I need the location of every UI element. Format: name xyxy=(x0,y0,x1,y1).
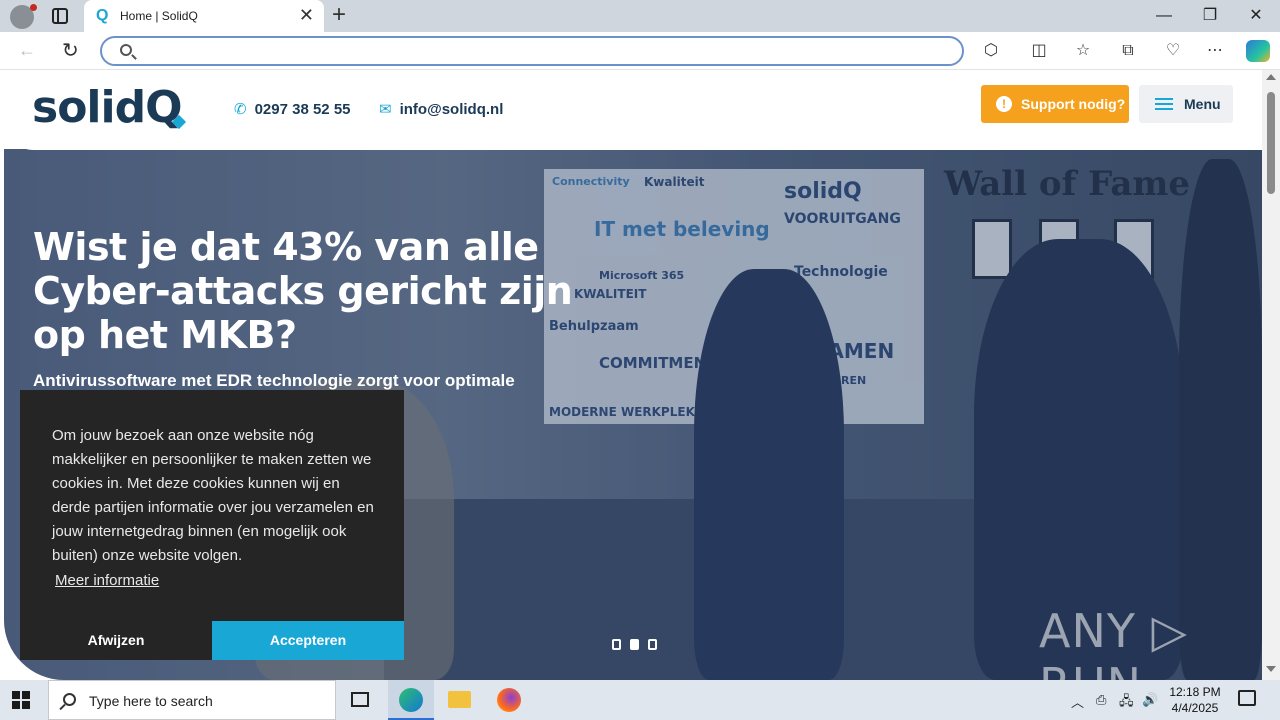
copilot-icon[interactable] xyxy=(1246,40,1270,62)
solidq-logo[interactable]: solidQ xyxy=(32,82,182,133)
scroll-thumb[interactable] xyxy=(1267,92,1275,194)
taskbar-search-box[interactable]: Type here to search xyxy=(48,680,336,720)
hero-title: Wist je dat 43% van alle Cyber-attacks g… xyxy=(33,225,573,357)
anyrun-watermark: ANY ▷ RUN xyxy=(1039,604,1188,680)
page-viewport: solidQ ✆ 0297 38 52 55 ✉ info@solidq.nl ! … xyxy=(0,70,1280,680)
slider-dot-3[interactable] xyxy=(648,639,657,650)
tab-title: Home | SolidQ xyxy=(120,9,198,23)
task-view-icon[interactable] xyxy=(337,680,383,720)
email-address: info@solidq.nl xyxy=(399,101,504,118)
phone-number: 0297 38 52 55 xyxy=(254,101,351,118)
phone-icon: ✆ xyxy=(234,101,247,118)
more-options-icon[interactable]: ⋯ xyxy=(1205,41,1225,61)
phone-link[interactable]: ✆ 0297 38 52 55 xyxy=(234,100,351,118)
back-arrow-icon[interactable]: ← xyxy=(18,40,36,61)
cookie-text: Om jouw bezoek aan onze website nóg makk… xyxy=(52,427,374,564)
taskbar-search-placeholder: Type here to search xyxy=(89,693,213,709)
cookie-banner: Om jouw bezoek aan onze website nóg makk… xyxy=(20,390,404,660)
windows-start-icon[interactable] xyxy=(12,691,30,709)
info-icon: ! xyxy=(996,96,1012,112)
page-scrollbar[interactable] xyxy=(1262,70,1280,680)
restore-icon[interactable]: ❐ xyxy=(1200,6,1220,26)
minimize-icon[interactable]: — xyxy=(1154,6,1174,26)
edge-browser-icon[interactable] xyxy=(388,680,434,720)
refresh-icon[interactable]: ↻ xyxy=(62,38,79,63)
collections-icon[interactable]: ⧉ xyxy=(1118,41,1138,61)
browser-tab-active[interactable]: Q Home | SolidQ ✕ xyxy=(84,0,324,32)
scroll-down-icon[interactable] xyxy=(1266,666,1276,672)
new-tab-button[interactable]: + xyxy=(332,3,346,27)
clock-date: 4/4/2025 xyxy=(1171,701,1219,715)
browser-toolbar: ← ↻ ⬡ ◫ ☆ ⧉ ♡ ⋯ xyxy=(0,32,1280,70)
split-screen-icon[interactable]: ◫ xyxy=(1029,41,1049,61)
slider-dots xyxy=(612,637,666,655)
address-bar[interactable] xyxy=(100,36,964,66)
file-explorer-icon[interactable] xyxy=(436,680,482,720)
volume-icon[interactable]: 🔊 xyxy=(1142,692,1158,708)
clock-time: 12:18 PM xyxy=(1169,685,1221,699)
tray-chevron-icon[interactable]: ︿ xyxy=(1071,692,1084,711)
email-link[interactable]: ✉ info@solidq.nl xyxy=(379,100,503,118)
hero-subtitle: Antivirussoftware met EDR technologie zo… xyxy=(33,371,515,390)
menu-button[interactable]: Menu xyxy=(1139,85,1233,123)
notification-icon[interactable] xyxy=(1238,690,1256,706)
site-header: solidQ ✆ 0297 38 52 55 ✉ info@solidq.nl ! … xyxy=(4,70,1262,150)
search-icon xyxy=(120,44,132,56)
envelope-icon: ✉ xyxy=(379,101,392,118)
slider-dot-1[interactable] xyxy=(612,639,621,650)
reject-cookies-button[interactable]: Afwijzen xyxy=(20,621,212,660)
browser-essentials-icon[interactable]: ♡ xyxy=(1163,41,1183,61)
network-icon[interactable]: 🖧 xyxy=(1119,692,1134,714)
hamburger-icon xyxy=(1155,98,1173,100)
menu-label: Menu xyxy=(1184,96,1221,112)
more-info-link[interactable]: Meer informatie xyxy=(55,572,159,589)
solidq-favicon-icon: Q xyxy=(96,7,109,24)
accept-cookies-button[interactable]: Accepteren xyxy=(212,621,404,660)
window-close-icon[interactable]: ✕ xyxy=(1246,6,1266,26)
firefox-icon[interactable] xyxy=(486,680,532,720)
windows-taskbar: Type here to search ︿ ⎙ 🖧 🔊 12:18 PM 4/4… xyxy=(0,680,1280,720)
device-icon[interactable]: ⎙ xyxy=(1096,692,1106,708)
slider-dot-2[interactable] xyxy=(630,639,639,650)
browser-tab-bar: Q Home | SolidQ ✕ + — ❐ ✕ xyxy=(0,0,1280,32)
tab-actions-icon[interactable] xyxy=(52,8,68,24)
taskbar-clock[interactable]: 12:18 PM 4/4/2025 xyxy=(1164,684,1226,716)
close-tab-icon[interactable]: ✕ xyxy=(299,6,314,24)
support-button[interactable]: ! Support nodig? xyxy=(981,85,1129,123)
scroll-up-icon[interactable] xyxy=(1266,74,1276,80)
profile-avatar-icon[interactable] xyxy=(10,4,37,29)
address-input[interactable] xyxy=(142,42,942,62)
extensions-icon[interactable]: ⬡ xyxy=(981,41,1001,61)
favorites-star-icon[interactable]: ☆ xyxy=(1073,41,1093,61)
logo-q: Q xyxy=(145,82,182,133)
search-icon xyxy=(63,693,76,706)
logo-text: solid xyxy=(32,82,146,133)
support-label: Support nodig? xyxy=(1021,96,1126,112)
